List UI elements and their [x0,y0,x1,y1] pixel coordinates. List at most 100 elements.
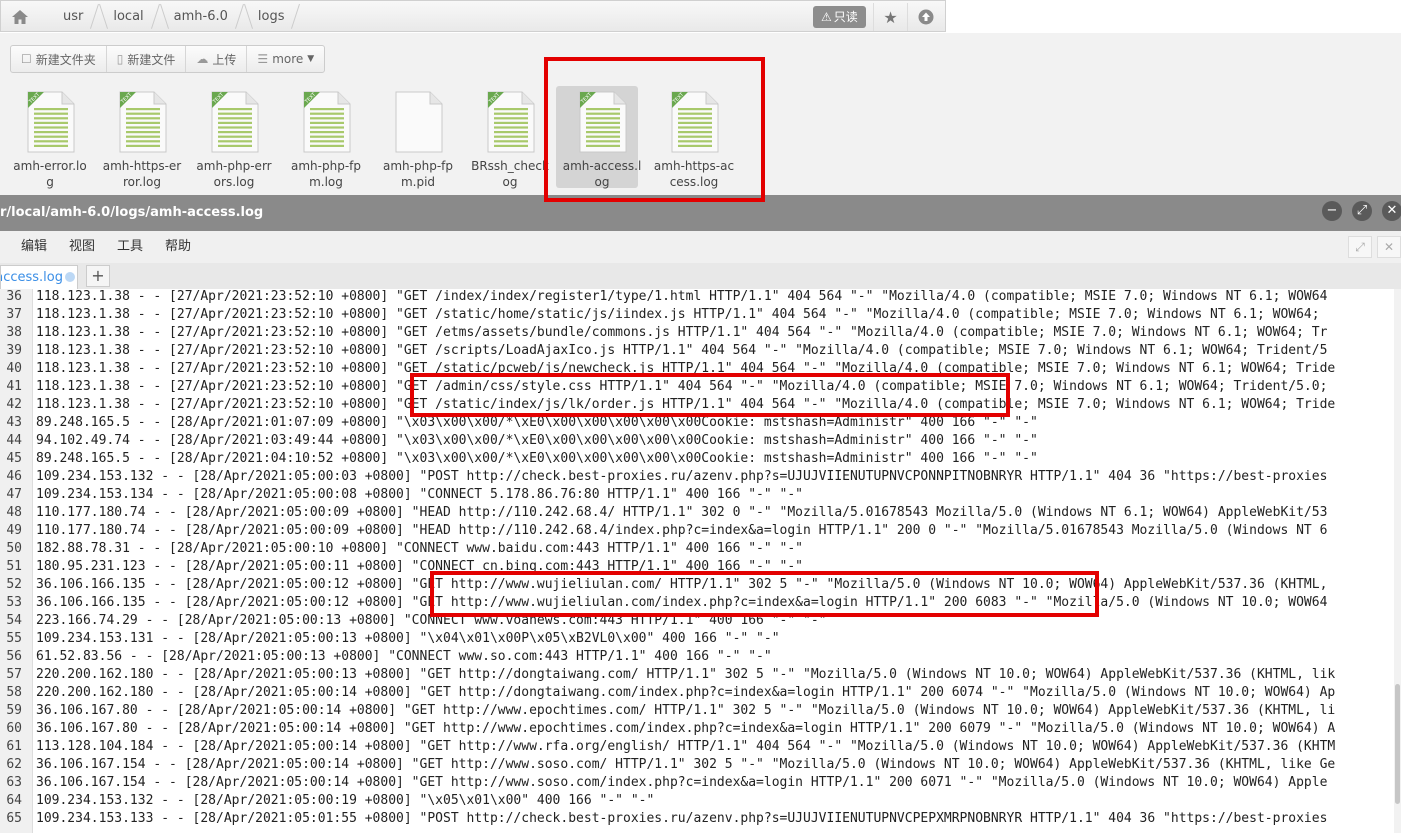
file-name: amh-https-er [102,159,182,173]
upload-button[interactable]: ☁ 上传 [186,46,248,72]
tab-close-icon[interactable] [65,272,75,282]
code-line: 42 118.123.1.38 - - [27/Apr/2021:23:52:10… [0,396,1401,414]
breadcrumb-bar: usr local amh-6.0 logs ⚠ 只读 ★ [0,0,946,32]
line-text: 109.234.153.134 - - [28/Apr/2021:05:00:0… [36,487,804,502]
line-number: 52 [6,577,22,592]
cloud-upload-icon: ☁ [196,52,209,66]
tab-access-log[interactable]: access.log [0,265,78,289]
file-item[interactable]: TEXT amh-php-fp m.log [280,84,372,190]
go-up-button[interactable] [907,3,944,31]
code-line: 64 109.234.153.132 - - [28/Apr/2021:05:00… [0,792,1401,810]
line-text: 182.88.78.31 - - [28/Apr/2021:05:00:10 +… [36,541,804,556]
file-item[interactable]: TEXT amh-error.lo g [4,84,96,190]
breadcrumb-item[interactable]: local [99,1,159,32]
scrollbar-thumb[interactable] [1395,684,1400,804]
line-text: 109.234.153.133 - - [28/Apr/2021:05:01:5… [36,811,1328,826]
folder-icon: ☐ [21,52,32,66]
line-text: 180.95.231.123 - - [28/Apr/2021:05:00:11… [36,559,804,574]
file-name: amh-php-fp [291,159,361,173]
tab-bar: access.log [0,263,1401,290]
line-text: 110.177.180.74 - - [28/Apr/2021:05:00:09… [36,523,1328,538]
line-number: 58 [6,685,22,700]
line-number: 49 [6,523,22,538]
line-number: 45 [6,451,22,466]
file-item[interactable]: TEXT amh-https-er ror.log [96,84,188,190]
line-text: 118.123.1.38 - - [27/Apr/2021:23:52:10 +… [36,361,1336,376]
readonly-badge[interactable]: ⚠ 只读 [813,6,866,28]
line-text: 36.106.166.135 - - [28/Apr/2021:05:00:12… [36,595,1328,610]
line-number: 64 [6,793,22,808]
menu-edit[interactable]: 编辑 [21,231,47,263]
code-line: 38 118.123.1.38 - - [27/Apr/2021:23:52:10… [0,324,1401,342]
file-name: amh-php-err [196,159,272,173]
code-line: 55 109.234.153.131 - - [28/Apr/2021:05:00… [0,630,1401,648]
code-line: 54 223.166.74.29 - - [28/Apr/2021:05:00:1… [0,612,1401,630]
file-item[interactable]: amh-php-fp m.pid [372,84,464,190]
text-file-icon: TEXT [206,90,262,154]
line-text: 220.200.162.180 - - [28/Apr/2021:05:00:1… [36,685,1336,700]
file-icon: ▯ [116,52,124,66]
line-number: 59 [6,703,22,718]
line-number: 65 [6,811,22,826]
minus-icon: − [1326,203,1338,218]
editor-titlebar[interactable]: r/local/amh-6.0/logs/amh-access.log [0,195,1401,231]
code-line: 60 36.106.167.80 - - [28/Apr/2021:05:00:1… [0,720,1401,738]
fullscreen-button[interactable]: ⤢ [1348,236,1372,258]
add-tab-button[interactable]: + [86,265,110,287]
line-number: 41 [6,379,22,394]
line-number: 60 [6,721,22,736]
file-name: ror.log [123,175,161,189]
file-item[interactable]: TEXT amh-https-ac cess.log [648,84,740,190]
line-text: 109.234.153.131 - - [28/Apr/2021:05:00:1… [36,631,780,646]
code-line: 43 89.248.165.5 - - [28/Apr/2021:01:07:09… [0,414,1401,432]
line-text: 36.106.167.154 - - [28/Apr/2021:05:00:14… [36,757,1336,772]
line-number: 42 [6,397,22,412]
code-line: 57 220.200.162.180 - - [28/Apr/2021:05:00… [0,666,1401,684]
close-button[interactable]: ✕ [1382,201,1401,221]
new-folder-button[interactable]: ☐ 新建文件夹 [11,46,107,72]
favorite-button[interactable]: ★ [873,3,907,31]
blank-file-icon [390,90,446,154]
text-file-icon: TEXT [666,90,722,154]
home-button[interactable] [1,1,39,32]
maximize-button[interactable]: ⤢ [1352,201,1372,221]
file-item[interactable]: TEXT BRssh_check og [464,84,556,190]
code-line: 45 89.248.165.5 - - [28/Apr/2021:04:10:52… [0,450,1401,468]
code-line: 50 182.88.78.31 - - [28/Apr/2021:05:00:10… [0,540,1401,558]
code-editor[interactable]: 36 118.123.1.38 - - [27/Apr/2021:23:52:10… [0,289,1401,833]
upload-label: 上传 [212,52,237,67]
line-number: 36 [6,289,22,304]
breadcrumb-item[interactable]: usr [49,1,99,32]
line-text: 36.106.166.135 - - [28/Apr/2021:05:00:12… [36,577,1328,592]
text-file-icon: TEXT [482,90,538,154]
code-line: 48 110.177.180.74 - - [28/Apr/2021:05:00:… [0,504,1401,522]
line-number: 39 [6,343,22,358]
text-file-icon: TEXT [298,90,354,154]
caret-down-icon: ▼ [307,54,315,64]
line-number: 50 [6,541,22,556]
file-item-selected[interactable]: TEXT amh-access.l og [556,84,648,190]
vertical-scrollbar[interactable] [1394,289,1401,833]
code-line: 47 109.234.153.134 - - [28/Apr/2021:05:00… [0,486,1401,504]
code-line: 61 113.128.104.184 - - [28/Apr/2021:05:00… [0,738,1401,756]
menu-help[interactable]: 帮助 [165,231,191,263]
breadcrumb: usr local amh-6.0 logs [49,1,300,32]
new-folder-label: 新建文件夹 [35,52,96,67]
more-dropdown[interactable]: ☰ more ▼ [247,46,324,72]
menu-view[interactable]: 视图 [69,231,95,263]
new-file-button[interactable]: ▯ 新建文件 [107,46,187,72]
line-text: 118.123.1.38 - - [27/Apr/2021:23:52:10 +… [36,307,1320,322]
minimize-button[interactable]: − [1322,201,1342,221]
file-item[interactable]: TEXT amh-php-err ors.log [188,84,280,190]
menu-tools[interactable]: 工具 [117,231,143,263]
new-file-label: 新建文件 [127,52,176,67]
line-number: 54 [6,613,22,628]
file-name: ors.log [213,175,255,189]
code-line: 53 36.106.166.135 - - [28/Apr/2021:05:00:… [0,594,1401,612]
close-editor-button[interactable]: ✕ [1377,236,1401,258]
close-icon: ✕ [1383,240,1395,254]
breadcrumb-item[interactable]: amh-6.0 [160,1,244,32]
breadcrumb-item[interactable]: logs [244,1,301,32]
line-number: 53 [6,595,22,610]
arrow-up-circle-icon [918,9,934,25]
